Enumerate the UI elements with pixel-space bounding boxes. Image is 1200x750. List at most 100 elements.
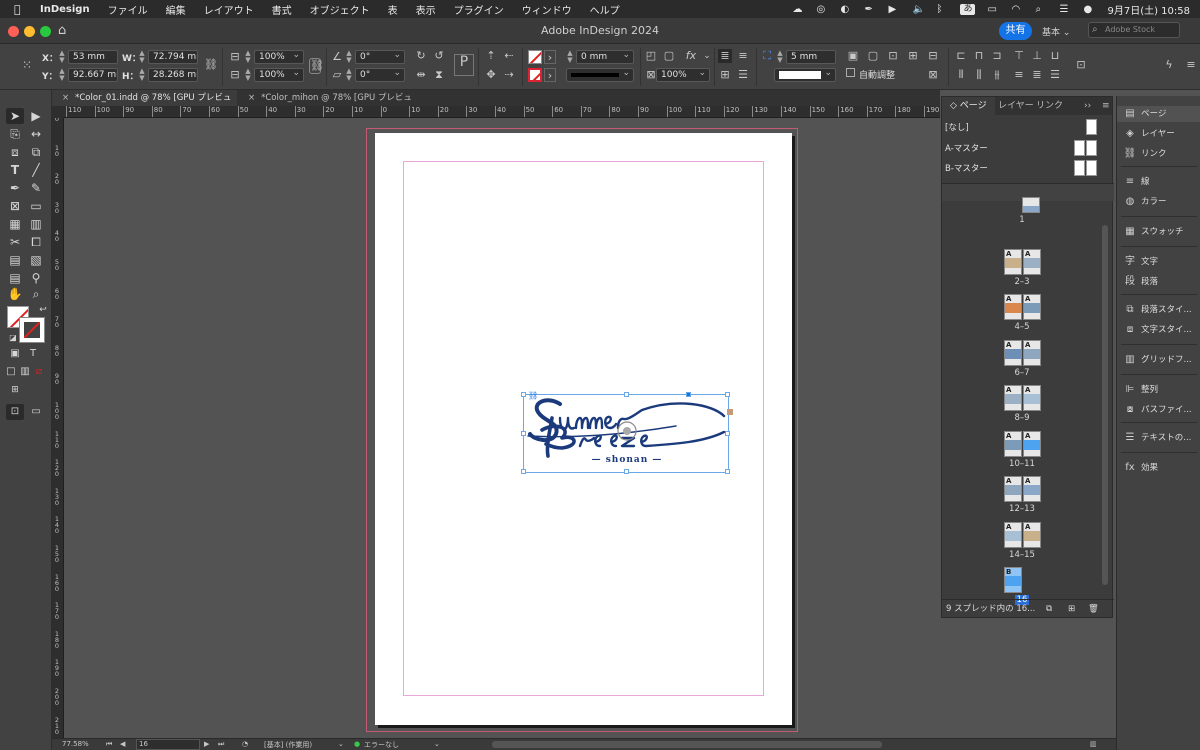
page-thumbnail[interactable]: A bbox=[1004, 339, 1022, 366]
dock-pathfinder[interactable]: ⧇ パスファイ... bbox=[1117, 402, 1200, 418]
handle-bottom-right[interactable] bbox=[725, 469, 730, 474]
selection-tool-icon[interactable]: ➤ bbox=[6, 108, 24, 124]
horizontal-grid-tool-icon[interactable]: ▦ bbox=[6, 216, 24, 232]
menubar-clock[interactable]: 9月7日(土) 10:58 bbox=[1107, 2, 1190, 17]
page-thumbnail[interactable]: B bbox=[1004, 567, 1022, 593]
page-thumbnail[interactable]: A bbox=[1004, 521, 1022, 548]
direct-selection-tool-icon[interactable]: ▶ bbox=[27, 108, 45, 124]
constrain-proportions-icon[interactable]: ⛓ bbox=[204, 58, 218, 72]
drop-shadow-icon[interactable]: ◰ bbox=[644, 49, 658, 63]
handle-bottom-left[interactable] bbox=[521, 469, 526, 474]
fill-frame-icon[interactable]: ⊞ bbox=[906, 49, 920, 63]
tab-links[interactable]: リンク bbox=[1036, 97, 1063, 115]
shear-stepper[interactable]: ▲ ▼ bbox=[345, 68, 353, 82]
split-view-icon[interactable]: ▥ bbox=[1090, 740, 1097, 748]
master-b[interactable]: B-マスター bbox=[945, 162, 988, 174]
gradient-swatch-tool-icon[interactable]: ▤ bbox=[6, 252, 24, 268]
rectangle-frame-tool-icon[interactable]: ⊠ bbox=[6, 198, 24, 214]
pen-tool-icon[interactable]: ✒ bbox=[864, 4, 876, 15]
object-style-dropdown[interactable] bbox=[774, 68, 836, 82]
horizontal-ruler[interactable]: 110 100 90 80 70 60 50 40 30 20 10 0 10 20 30 40 50 60 70 8… bbox=[64, 106, 940, 118]
align-right-icon[interactable]: ⊐ bbox=[990, 49, 1004, 63]
volume-icon[interactable]: 🔈 bbox=[912, 4, 924, 15]
dock-color[interactable]: ◍ カラー bbox=[1117, 194, 1200, 210]
distribute-left-icon[interactable]: ⫴ bbox=[954, 68, 968, 82]
text-wrap-none-icon[interactable]: ≣ bbox=[718, 49, 732, 63]
inset-field[interactable]: 5 mm bbox=[786, 50, 836, 64]
rotate-ccw-icon[interactable]: ↺ bbox=[432, 49, 446, 63]
page-thumbnail[interactable]: A bbox=[1023, 248, 1041, 275]
master-none-thumb[interactable] bbox=[1086, 119, 1097, 135]
auto-fit-checkbox[interactable] bbox=[846, 68, 855, 77]
search-icon[interactable]: ⌕ bbox=[1035, 4, 1047, 15]
dock-links[interactable]: ⛓ リンク bbox=[1117, 146, 1200, 162]
page-thumbnail[interactable]: A bbox=[1023, 430, 1041, 457]
reference-point-icon[interactable]: ⁙ bbox=[20, 58, 34, 72]
dock-grid-format[interactable]: ▥ グリッドフ... bbox=[1117, 352, 1200, 368]
w-stepper[interactable]: ▲ ▼ bbox=[138, 50, 146, 64]
close-tab-icon[interactable]: × bbox=[248, 93, 255, 103]
y-stepper[interactable]: ▲ ▼ bbox=[58, 68, 66, 82]
inset-stepper[interactable]: ▲ ▼ bbox=[776, 50, 784, 64]
x-stepper[interactable]: ▲ ▼ bbox=[58, 50, 66, 64]
preflight-menu-icon[interactable]: ⌄ bbox=[434, 740, 440, 748]
spread-label[interactable]: 8–9 bbox=[992, 413, 1052, 423]
scale-y-field[interactable]: 100% bbox=[254, 68, 304, 82]
menu-help[interactable]: ヘルプ bbox=[590, 2, 620, 17]
page-thumbnail[interactable]: A bbox=[1004, 294, 1022, 320]
style-dropdown-icon[interactable]: ⌄ bbox=[338, 740, 344, 748]
spread-label[interactable]: 4–5 bbox=[992, 322, 1052, 332]
stroke-color-box[interactable] bbox=[19, 317, 45, 343]
dock-character-styles[interactable]: ⧈ 文字スタイ... bbox=[1117, 322, 1200, 338]
fill-swatch[interactable] bbox=[528, 50, 542, 64]
page-thumbnail[interactable]: A bbox=[1023, 476, 1041, 502]
page-size-icon[interactable]: ⧉ bbox=[1046, 600, 1052, 618]
document-page[interactable]: ⛓ — shonan — bbox=[375, 133, 792, 725]
zoom-tool-icon[interactable]: ⌕ bbox=[27, 286, 45, 302]
page-thumbnail[interactable]: A bbox=[1004, 248, 1022, 275]
distribute-hcenter-icon[interactable]: ⫼ bbox=[972, 68, 986, 82]
rotate-stepper[interactable]: ▲ ▼ bbox=[345, 50, 353, 64]
text-wrap-bbox-icon[interactable]: ≡ bbox=[736, 49, 750, 63]
menu-file[interactable]: ファイル bbox=[108, 2, 148, 17]
master-b-left-thumb[interactable] bbox=[1074, 160, 1085, 176]
text-wrap-jump-icon[interactable]: ☰ bbox=[736, 68, 750, 82]
battery-icon[interactable]: ▭ bbox=[987, 4, 999, 15]
flip-horizontal-icon[interactable]: ⇹ bbox=[414, 68, 428, 82]
menu-view[interactable]: 表示 bbox=[416, 2, 436, 17]
page-thumbnail[interactable]: A bbox=[1004, 476, 1022, 502]
eyedropper-tool-icon[interactable]: ⚲ bbox=[27, 270, 45, 286]
dock-pages[interactable]: ▤ ページ bbox=[1117, 106, 1200, 122]
tab-color-01[interactable]: ×*Color_01.indd @ 78% [GPU プレビュー] bbox=[52, 90, 237, 119]
dock-swatches[interactable]: ▦ スウォッチ bbox=[1117, 224, 1200, 240]
menu-object[interactable]: オブジェクト bbox=[310, 2, 370, 17]
first-page-icon[interactable]: ⏮ bbox=[106, 740, 112, 749]
stroke-swatch[interactable] bbox=[528, 68, 542, 82]
spread-label[interactable]: 10–11 bbox=[992, 459, 1052, 469]
height-field[interactable]: 28.268 mm bbox=[148, 68, 198, 82]
type-tool-icon[interactable]: T bbox=[6, 162, 24, 178]
align-top-icon[interactable]: ⊤ bbox=[1012, 49, 1026, 63]
page-thumbnail[interactable]: A bbox=[1004, 385, 1022, 411]
page-thumbnail[interactable]: A bbox=[1023, 339, 1041, 366]
apply-none-icon[interactable]: ⧄ bbox=[30, 364, 48, 380]
line-tool-icon[interactable]: ╱ bbox=[27, 162, 45, 178]
default-fill-stroke-icon[interactable]: ◪ bbox=[4, 330, 22, 346]
spread-label[interactable]: 6–7 bbox=[992, 368, 1052, 378]
formatting-text-icon[interactable]: T bbox=[24, 346, 42, 362]
page-thumbnail[interactable]: A bbox=[1023, 385, 1041, 411]
horizontal-scrollbar[interactable] bbox=[492, 741, 882, 748]
preflight-status[interactable]: エラーなし bbox=[364, 740, 399, 750]
dock-paragraph-styles[interactable]: ⧉ 段落スタイ... bbox=[1117, 302, 1200, 318]
align-left-icon[interactable]: ⊏ bbox=[954, 49, 968, 63]
stroke-weight-stepper[interactable]: ▲ ▼ bbox=[566, 50, 574, 64]
effects-toggle-icon[interactable]: ▢ bbox=[662, 49, 676, 63]
dock-layers[interactable]: ◈ レイヤー bbox=[1117, 126, 1200, 142]
y-position-field[interactable]: 92.667 mm bbox=[68, 68, 118, 82]
out-port-icon[interactable] bbox=[727, 409, 733, 415]
vertical-grid-tool-icon[interactable]: ▥ bbox=[27, 216, 45, 232]
distribute-right-icon[interactable]: ⫵ bbox=[990, 68, 1004, 82]
dock-text-wrap[interactable]: ☰ テキストの... bbox=[1117, 430, 1200, 446]
rectangle-tool-icon[interactable]: ▭ bbox=[27, 198, 45, 214]
creative-cloud-icon[interactable]: ◎ bbox=[816, 4, 828, 15]
